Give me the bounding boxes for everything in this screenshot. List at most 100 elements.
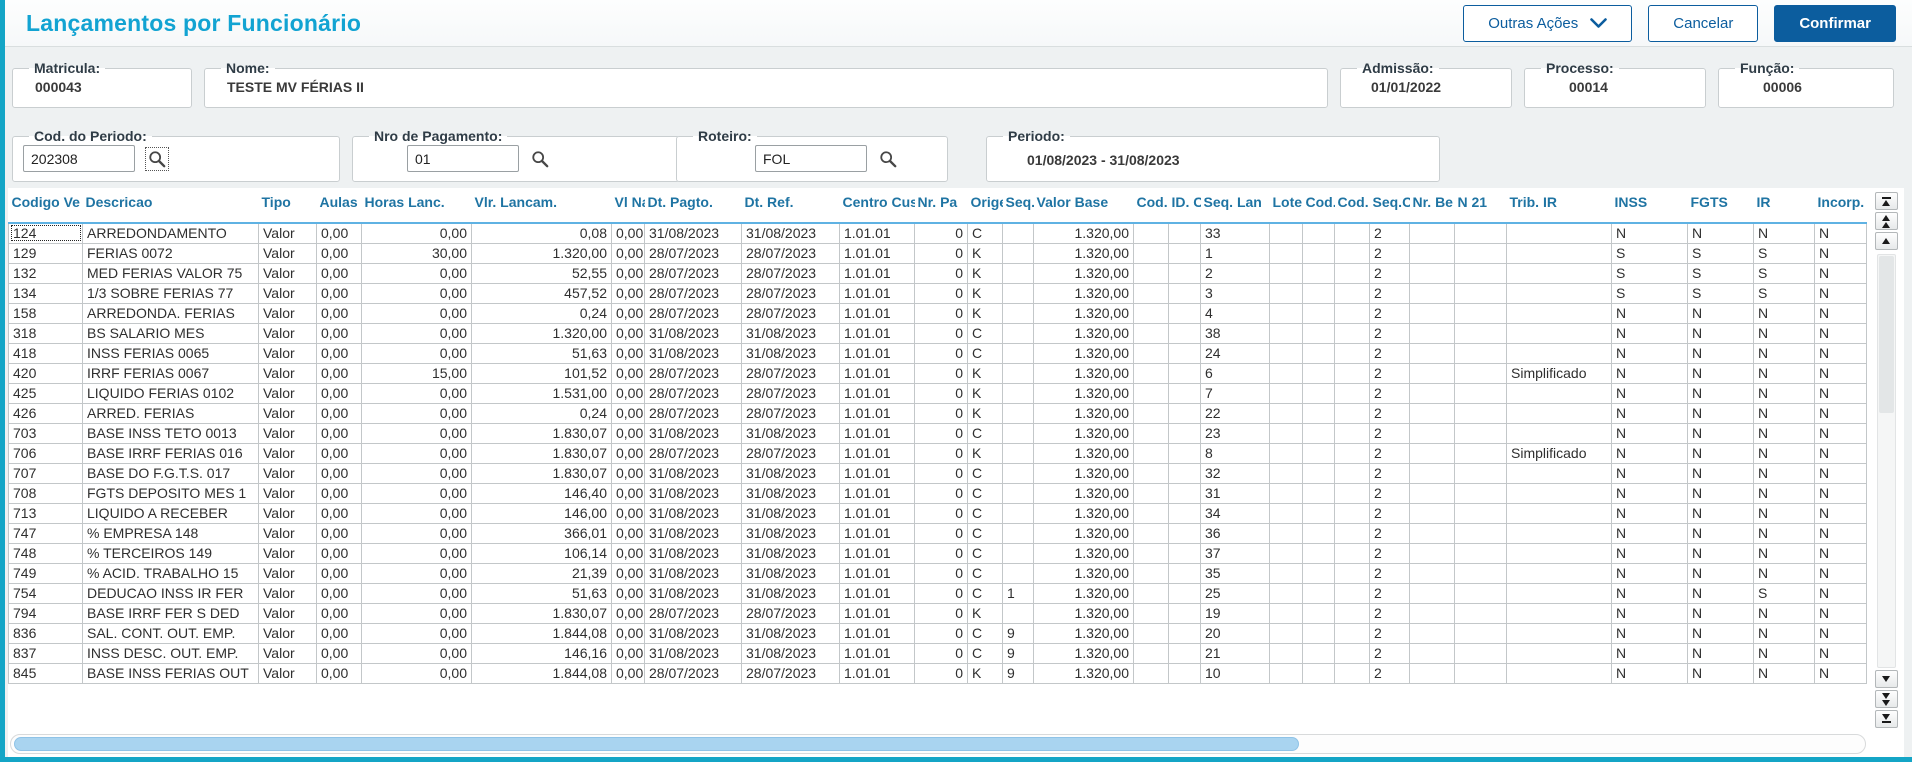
scroll-page-down-button[interactable] bbox=[1874, 690, 1898, 708]
cell-id_co[interactable] bbox=[1168, 582, 1201, 604]
cell-centro_custo[interactable]: 1.01.01 bbox=[839, 242, 915, 264]
cell-dt_pagto[interactable]: 31/08/2023 bbox=[644, 622, 742, 644]
cell-ir[interactable]: N bbox=[1753, 322, 1815, 344]
cell-cod_d[interactable] bbox=[1133, 302, 1169, 324]
cell-seq_v[interactable] bbox=[1002, 482, 1034, 504]
cell-dt_pagto[interactable]: 28/07/2023 bbox=[644, 282, 742, 304]
cod-periodo-lookup-icon[interactable] bbox=[145, 146, 169, 171]
cell-n21[interactable] bbox=[1454, 222, 1507, 244]
cell-centro_custo[interactable]: 1.01.01 bbox=[839, 442, 915, 464]
cell-codigo[interactable]: 794 bbox=[8, 602, 83, 624]
cell-fgts[interactable]: N bbox=[1687, 442, 1754, 464]
cell-dt_pagto[interactable]: 28/07/2023 bbox=[644, 662, 742, 684]
cell-n21[interactable] bbox=[1454, 242, 1507, 264]
cell-centro_custo[interactable]: 1.01.01 bbox=[839, 502, 915, 524]
cell-cod_d[interactable] bbox=[1133, 342, 1169, 364]
cell-centro_custo[interactable]: 1.01.01 bbox=[839, 562, 915, 584]
cell-nr_be[interactable] bbox=[1409, 662, 1455, 684]
cell-nr_be[interactable] bbox=[1409, 422, 1455, 444]
cell-cod_c[interactable] bbox=[1334, 322, 1370, 344]
cell-codigo[interactable]: 713 bbox=[8, 502, 83, 524]
cell-seq_c[interactable]: 2 bbox=[1369, 262, 1410, 284]
cell-seq_v[interactable] bbox=[1002, 322, 1034, 344]
cell-cod_d[interactable] bbox=[1133, 362, 1169, 384]
cell-ir[interactable]: N bbox=[1753, 602, 1815, 624]
cell-id_co[interactable] bbox=[1168, 662, 1201, 684]
cell-horas[interactable]: 0,00 bbox=[361, 582, 472, 604]
cell-n21[interactable] bbox=[1454, 542, 1507, 564]
cell-seq_c[interactable]: 2 bbox=[1369, 622, 1410, 644]
cell-centro_custo[interactable]: 1.01.01 bbox=[839, 622, 915, 644]
cell-cod_c[interactable] bbox=[1334, 362, 1370, 384]
cell-tipo[interactable]: Valor bbox=[258, 342, 317, 364]
cell-lote[interactable] bbox=[1269, 422, 1303, 444]
cell-lote[interactable] bbox=[1269, 282, 1303, 304]
cell-fgts[interactable]: N bbox=[1687, 362, 1754, 384]
cell-nr_be[interactable] bbox=[1409, 302, 1455, 324]
cell-vl_nao[interactable]: 0,00 bbox=[611, 302, 645, 324]
cell-horas[interactable]: 0,00 bbox=[361, 522, 472, 544]
cell-trib_ir[interactable] bbox=[1506, 282, 1612, 304]
cell-descricao[interactable]: % TERCEIROS 149 bbox=[82, 542, 259, 564]
cell-fgts[interactable]: N bbox=[1687, 222, 1754, 244]
cell-cod_c[interactable] bbox=[1334, 482, 1370, 504]
cell-fgts[interactable]: N bbox=[1687, 462, 1754, 484]
cell-n21[interactable] bbox=[1454, 522, 1507, 544]
cell-inss[interactable]: N bbox=[1611, 482, 1688, 504]
cell-incorp[interactable]: N bbox=[1814, 582, 1867, 604]
cell-cod_c[interactable] bbox=[1334, 542, 1370, 564]
cell-inss[interactable]: S bbox=[1611, 242, 1688, 264]
cell-vlr[interactable]: 51,63 bbox=[471, 582, 612, 604]
cell-ir[interactable]: N bbox=[1753, 662, 1815, 684]
cell-trib_ir[interactable] bbox=[1506, 342, 1612, 364]
cell-nr_be[interactable] bbox=[1409, 362, 1455, 384]
cell-aulas[interactable]: 0,00 bbox=[316, 642, 362, 664]
cell-fgts[interactable]: N bbox=[1687, 522, 1754, 544]
cell-nr_pa[interactable]: 0 bbox=[914, 502, 968, 524]
cell-dt_pagto[interactable]: 31/08/2023 bbox=[644, 562, 742, 584]
cell-cod_d[interactable] bbox=[1133, 222, 1169, 244]
cell-n21[interactable] bbox=[1454, 282, 1507, 304]
cell-cod_c[interactable] bbox=[1334, 302, 1370, 324]
cell-lote[interactable] bbox=[1269, 502, 1303, 524]
cell-dt_ref[interactable]: 31/08/2023 bbox=[741, 322, 840, 344]
cell-centro_custo[interactable]: 1.01.01 bbox=[839, 282, 915, 304]
cell-descricao[interactable]: BASE INSS TETO 0013 bbox=[82, 422, 259, 444]
cell-vlr[interactable]: 106,14 bbox=[471, 542, 612, 564]
cell-cod_c[interactable] bbox=[1334, 282, 1370, 304]
cell-ir[interactable]: N bbox=[1753, 222, 1815, 244]
cell-codigo[interactable]: 754 bbox=[8, 582, 83, 604]
cell-cod_c[interactable] bbox=[1334, 262, 1370, 284]
cell-incorp[interactable]: N bbox=[1814, 642, 1867, 664]
cell-codigo[interactable]: 425 bbox=[8, 382, 83, 404]
roteiro-lookup-icon[interactable] bbox=[877, 148, 899, 170]
cell-codigo[interactable]: 749 bbox=[8, 562, 83, 584]
cell-nr_pa[interactable]: 0 bbox=[914, 322, 968, 344]
cell-centro_custo[interactable]: 1.01.01 bbox=[839, 262, 915, 284]
cell-seq_lanc[interactable]: 4 bbox=[1200, 302, 1270, 324]
cell-vl_nao[interactable]: 0,00 bbox=[611, 222, 645, 244]
cell-incorp[interactable]: N bbox=[1814, 462, 1867, 484]
cell-seq_c[interactable]: 2 bbox=[1369, 422, 1410, 444]
cell-trib_ir[interactable] bbox=[1506, 482, 1612, 504]
cell-inss[interactable]: N bbox=[1611, 322, 1688, 344]
cell-id_co[interactable] bbox=[1168, 462, 1201, 484]
cell-horas[interactable]: 0,00 bbox=[361, 562, 472, 584]
cell-id_co[interactable] bbox=[1168, 642, 1201, 664]
cell-seq_v[interactable] bbox=[1002, 602, 1034, 624]
cell-lote[interactable] bbox=[1269, 362, 1303, 384]
cell-trib_ir[interactable]: Simplificado bbox=[1506, 362, 1612, 384]
cell-fgts[interactable]: N bbox=[1687, 582, 1754, 604]
cell-cod_d[interactable] bbox=[1133, 582, 1169, 604]
cell-n21[interactable] bbox=[1454, 342, 1507, 364]
cell-cod_r[interactable] bbox=[1302, 522, 1335, 544]
cell-descricao[interactable]: INSS DESC. OUT. EMP. bbox=[82, 642, 259, 664]
cell-dt_pagto[interactable]: 31/08/2023 bbox=[644, 502, 742, 524]
cell-id_co[interactable] bbox=[1168, 282, 1201, 304]
cell-incorp[interactable]: N bbox=[1814, 422, 1867, 444]
cell-vlr[interactable]: 1.320,00 bbox=[471, 322, 612, 344]
cell-valor_base[interactable]: 1.320,00 bbox=[1033, 642, 1134, 664]
cell-codigo[interactable]: 708 bbox=[8, 482, 83, 504]
cell-fgts[interactable]: N bbox=[1687, 482, 1754, 504]
cell-aulas[interactable]: 0,00 bbox=[316, 442, 362, 464]
